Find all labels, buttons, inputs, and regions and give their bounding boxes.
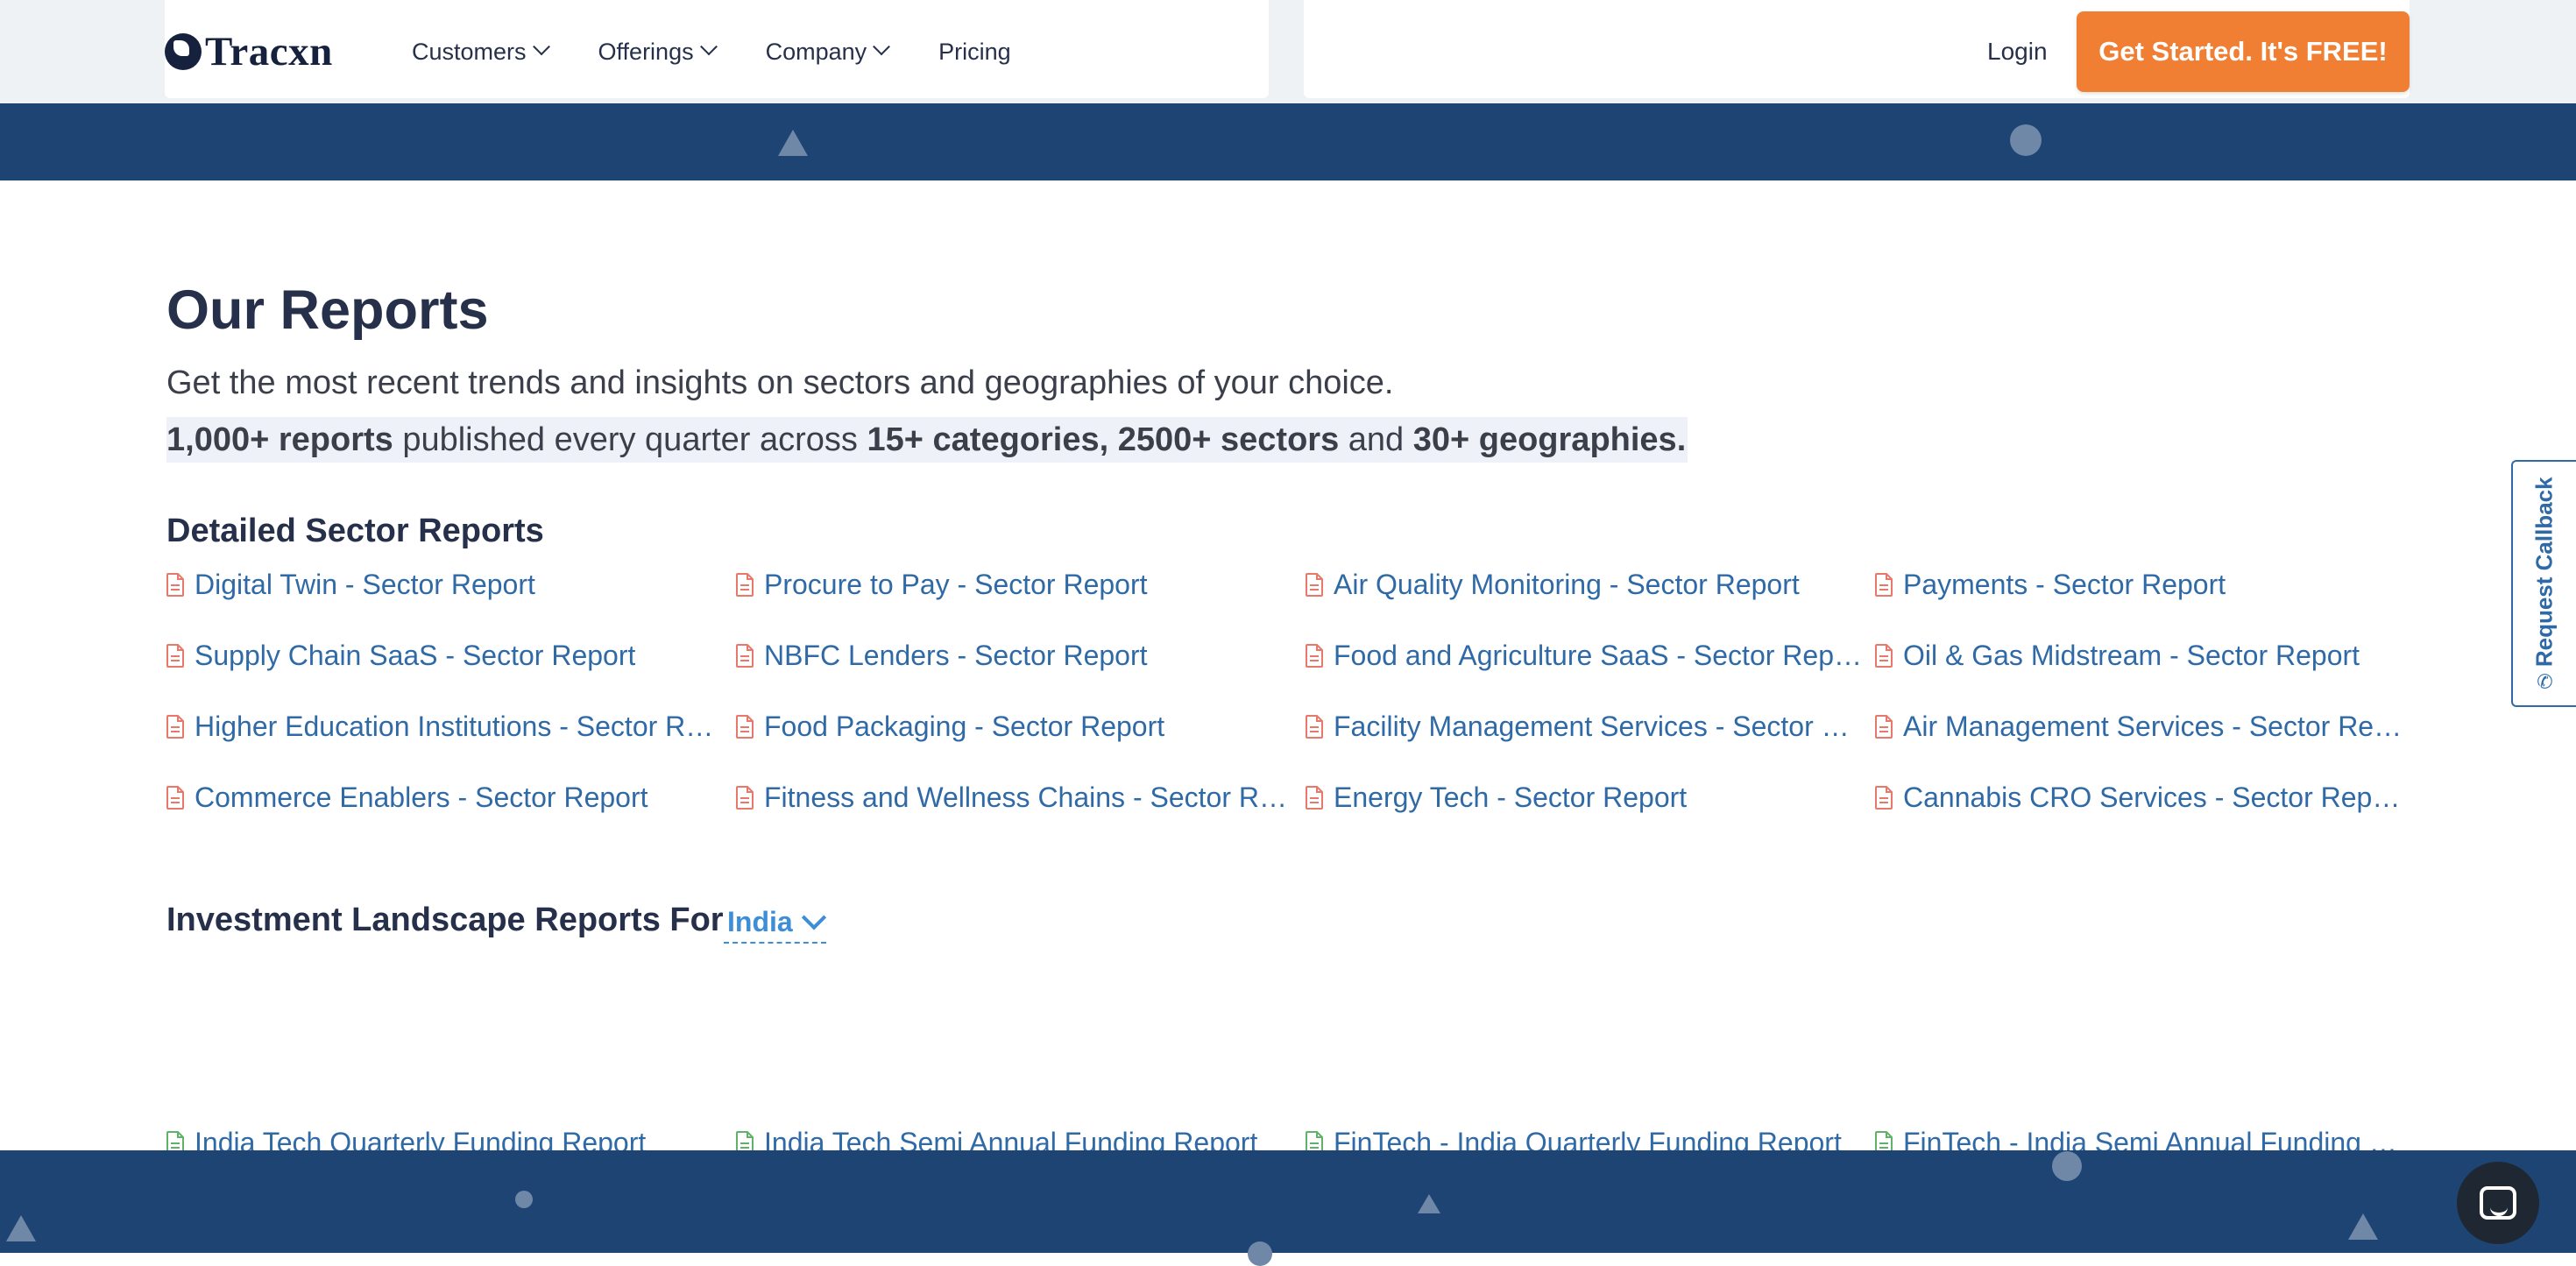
page-title: Our Reports xyxy=(166,279,489,341)
report-link[interactable]: Food Packaging - Sector Report xyxy=(736,691,1306,762)
callback-label: Request Callback xyxy=(2530,477,2558,668)
document-icon xyxy=(1875,786,1893,810)
geography-value: India xyxy=(727,906,793,937)
stat-text: and xyxy=(1339,421,1413,458)
reports-stats: 1,000+ reports published every quarter a… xyxy=(166,417,1688,463)
triangle-shape xyxy=(2348,1213,2378,1240)
chat-launcher-button[interactable] xyxy=(2457,1162,2539,1244)
report-link[interactable]: Cannabis CRO Services - Sector Report xyxy=(1875,762,2410,833)
tracxn-logo[interactable]: Tracxn xyxy=(165,28,333,75)
report-label: Procure to Pay - Sector Report xyxy=(764,569,1148,600)
request-callback-tab[interactable]: ✆ Request Callback xyxy=(2511,460,2576,707)
bottom-banner-band xyxy=(0,1150,2576,1266)
phone-icon: ✆ xyxy=(2536,670,2553,693)
nav-label: Customers xyxy=(412,38,527,65)
circle-shape xyxy=(2052,1151,2082,1181)
report-link[interactable]: Fitness and Wellness Chains - Sector Rep… xyxy=(736,762,1306,833)
circle-shape xyxy=(515,1191,533,1208)
report-label: Air Management Services - Sector Report xyxy=(1903,711,2403,742)
report-label: Food Packaging - Sector Report xyxy=(764,711,1165,742)
nav-offerings[interactable]: Offerings xyxy=(598,33,718,70)
document-icon xyxy=(1875,644,1893,668)
sector-reports-grid: Digital Twin - Sector Report Procure to P… xyxy=(166,549,2410,833)
report-label: Commerce Enablers - Sector Report xyxy=(195,782,648,813)
report-link[interactable]: Higher Education Institutions - Sector R… xyxy=(166,691,736,762)
triangle-shape xyxy=(778,130,808,156)
logo-icon xyxy=(165,33,202,70)
document-icon xyxy=(1306,644,1323,668)
main-nav: Customers Offerings Company Pricing xyxy=(412,33,1062,70)
document-icon xyxy=(166,715,184,739)
report-label: Air Quality Monitoring - Sector Report xyxy=(1334,569,1800,600)
report-link[interactable]: Facility Management Services - Sector Re… xyxy=(1306,691,1875,762)
report-label: Fitness and Wellness Chains - Sector Rep… xyxy=(764,782,1297,813)
report-label: Digital Twin - Sector Report xyxy=(195,569,535,600)
stat-text: published every quarter across xyxy=(393,421,867,458)
report-label: Energy Tech - Sector Report xyxy=(1334,782,1688,813)
report-link[interactable]: Procure to Pay - Sector Report xyxy=(736,549,1306,620)
chevron-down-icon xyxy=(532,38,550,56)
get-started-button[interactable]: Get Started. It's FREE! xyxy=(2077,11,2410,92)
document-icon xyxy=(1306,573,1323,597)
nav-label: Company xyxy=(765,38,867,65)
report-link[interactable]: Air Management Services - Sector Report xyxy=(1875,691,2410,762)
site-header: Tracxn Customers Offerings Company Prici… xyxy=(0,0,2576,103)
document-icon xyxy=(1306,715,1323,739)
document-icon xyxy=(166,644,184,668)
circle-shape xyxy=(1248,1241,1272,1266)
sector-reports-heading: Detailed Sector Reports xyxy=(166,513,544,549)
report-label: Food and Agriculture SaaS - Sector Repor… xyxy=(1334,640,1866,671)
nav-label: Pricing xyxy=(938,38,1011,65)
investment-reports-heading: Investment Landscape Reports For xyxy=(166,902,724,938)
document-icon xyxy=(1306,786,1323,810)
stat-reports: 1,000+ reports xyxy=(166,421,393,458)
document-icon xyxy=(1875,573,1893,597)
report-link[interactable]: NBFC Lenders - Sector Report xyxy=(736,620,1306,691)
report-link[interactable]: Payments - Sector Report xyxy=(1875,549,2410,620)
callback-content: ✆ Request Callback xyxy=(2530,477,2558,693)
geography-select[interactable]: India xyxy=(724,904,826,944)
report-label: Cannabis CRO Services - Sector Report xyxy=(1903,782,2403,813)
chevron-down-icon xyxy=(801,904,826,930)
report-link[interactable]: Commerce Enablers - Sector Report xyxy=(166,762,736,833)
report-link[interactable]: Air Quality Monitoring - Sector Report xyxy=(1306,549,1875,620)
nav-pricing[interactable]: Pricing xyxy=(938,33,1011,70)
report-link[interactable]: Digital Twin - Sector Report xyxy=(166,549,736,620)
document-icon xyxy=(736,786,754,810)
stat-geographies: 30+ geographies. xyxy=(1412,421,1687,458)
chevron-down-icon xyxy=(873,38,891,56)
document-icon xyxy=(1875,715,1893,739)
report-label: Facility Management Services - Sector Re… xyxy=(1334,711,1866,742)
nav-label: Offerings xyxy=(598,38,694,65)
triangle-shape xyxy=(1418,1194,1440,1213)
report-label: Higher Education Institutions - Sector R… xyxy=(195,711,727,742)
chevron-down-icon xyxy=(699,38,718,56)
logo-text: Tracxn xyxy=(205,29,333,74)
document-icon xyxy=(736,573,754,597)
document-icon xyxy=(736,644,754,668)
nav-company[interactable]: Company xyxy=(765,33,891,70)
report-label: Supply Chain SaaS - Sector Report xyxy=(195,640,636,671)
nav-customers[interactable]: Customers xyxy=(412,33,550,70)
document-icon xyxy=(736,715,754,739)
report-link[interactable]: Food and Agriculture SaaS - Sector Repor… xyxy=(1306,620,1875,691)
report-label: Oil & Gas Midstream - Sector Report xyxy=(1903,640,2360,671)
stat-categories-sectors: 15+ categories, 2500+ sectors xyxy=(867,421,1340,458)
report-link[interactable]: Supply Chain SaaS - Sector Report xyxy=(166,620,736,691)
circle-shape xyxy=(2010,124,2042,156)
section-subtitle: Get the most recent trends and insights … xyxy=(166,364,1394,401)
report-label: Payments - Sector Report xyxy=(1903,569,2226,600)
document-icon xyxy=(166,573,184,597)
login-link[interactable]: Login xyxy=(1987,33,2048,70)
report-label: NBFC Lenders - Sector Report xyxy=(764,640,1148,671)
triangle-shape xyxy=(6,1215,36,1241)
document-icon xyxy=(166,786,184,810)
chat-icon xyxy=(2480,1186,2516,1220)
report-link[interactable]: Oil & Gas Midstream - Sector Report xyxy=(1875,620,2410,691)
report-link[interactable]: Energy Tech - Sector Report xyxy=(1306,762,1875,833)
